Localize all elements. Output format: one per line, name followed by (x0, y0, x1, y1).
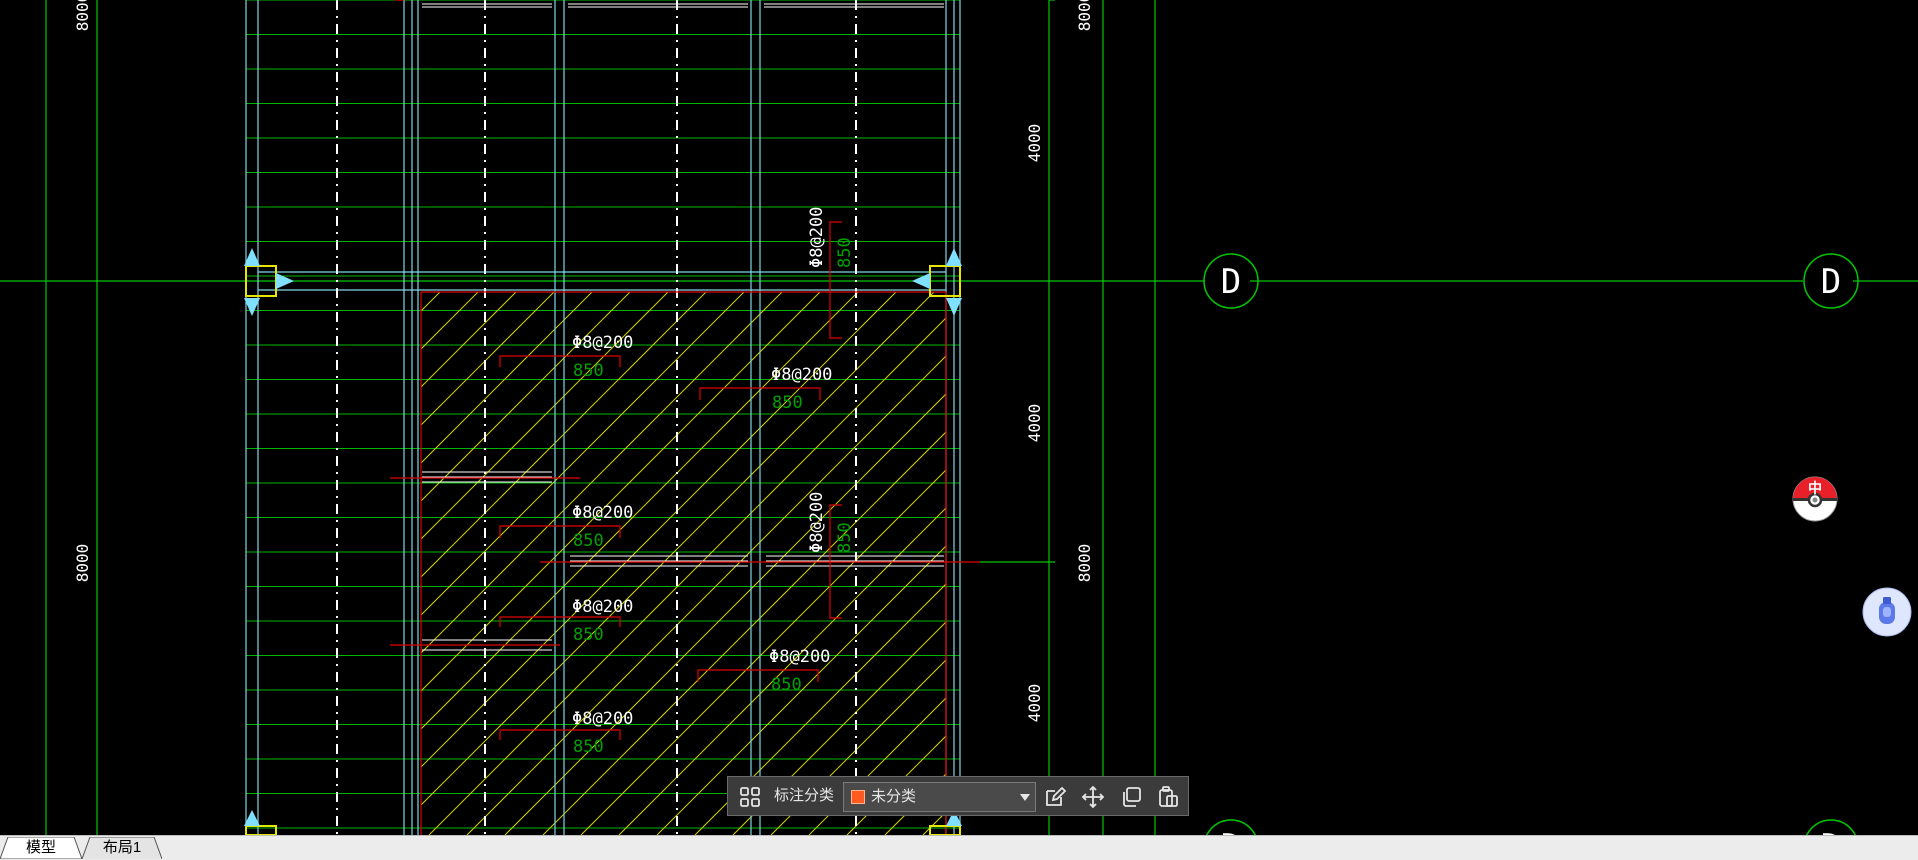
rebar-length: 850 (835, 522, 855, 553)
hatch-line (1113, 235, 1713, 835)
axis-lines (0, 0, 1918, 835)
hatch-line (428, 317, 946, 835)
hatch-line (656, 545, 946, 835)
hatch-line (808, 697, 946, 835)
rebar-label: Φ8@200 (769, 647, 830, 667)
dimension-text: 8000 (73, 0, 92, 31)
hatch-line (1227, 235, 1827, 835)
hatch-line (580, 469, 946, 835)
slab-hatch (0, 235, 1918, 835)
hatch-line (466, 355, 946, 835)
rebar-length: 850 (573, 737, 604, 757)
hatch-line (999, 235, 1599, 835)
hatch-line (1493, 235, 1918, 835)
hatch-line (1455, 235, 1918, 835)
hatch-line (694, 583, 946, 835)
paste-icon[interactable] (1156, 785, 1180, 809)
hatch-line (1531, 235, 1918, 835)
dimension-text: 8000 (73, 544, 92, 583)
rebar-label: Φ8@200 (572, 597, 633, 617)
tab-model-label: 模型 (25, 839, 56, 856)
annotation-toolbar: 标注分类 未分类 (727, 776, 1189, 816)
hatch-line (421, 292, 783, 654)
hatch-line (1569, 235, 1918, 835)
grid-icon[interactable] (738, 785, 762, 809)
ime-badge[interactable]: 中 (1791, 475, 1839, 523)
hatch-line (1303, 235, 1903, 835)
dimension-text: 4000 (1025, 684, 1044, 723)
hatch-line (1417, 235, 1918, 835)
hatch-line (846, 735, 946, 835)
hatch-line (961, 235, 1561, 835)
axis-bubble-label: D (1221, 827, 1241, 835)
hatch-line (421, 292, 441, 312)
hatch-line (0, 235, 421, 835)
hatch-line (421, 292, 593, 464)
dimension-text: 8000 (1075, 0, 1094, 31)
bluetooth-icon[interactable] (1862, 587, 1912, 637)
rebar-label: Φ8@200 (572, 709, 633, 729)
axis-bubble-label: D (1221, 262, 1241, 302)
hatch-line (1265, 235, 1865, 835)
planks (422, 3, 944, 651)
hatch-line (0, 235, 459, 835)
ime-label: 中 (1808, 480, 1822, 497)
dimension-text: 4000 (1025, 404, 1044, 443)
axis-bubble-label: D (1821, 827, 1841, 835)
move-icon[interactable] (1081, 785, 1105, 809)
axis-bubble-label: D (1821, 262, 1841, 302)
hatch-line (421, 292, 707, 578)
hatch-line (922, 811, 946, 835)
chevron-down-icon (1020, 794, 1030, 801)
layout-tab-bar: 模型 布局1 (0, 835, 1918, 860)
tab-layout1-label: 布局1 (102, 839, 142, 856)
hatch-line (1379, 235, 1918, 835)
hatch-line (1037, 235, 1637, 835)
hatch-line (884, 773, 946, 835)
hatch-line (1341, 235, 1918, 835)
hatch-line (770, 659, 946, 835)
rebar-label: Φ8@200 (572, 503, 633, 523)
hatch-line (421, 292, 745, 616)
hatch-line (421, 292, 669, 540)
annotation-category-value: 未分类 (871, 788, 917, 805)
hatch-line (618, 507, 946, 835)
copy-icon[interactable] (1119, 785, 1143, 809)
dimension-text: 8000 (1075, 544, 1094, 583)
category-color-swatch (851, 790, 865, 804)
rebar-length: 850 (771, 675, 802, 695)
hatch-line (1151, 235, 1751, 835)
dimension-text: 4000 (1025, 124, 1044, 163)
hatch-line (1189, 235, 1789, 835)
drawing-canvas[interactable]: D D D D 8000 8000 4000 4000 4000 8000 80… (0, 0, 1918, 835)
hatch-line (1607, 235, 1918, 835)
hatch-line (421, 292, 897, 768)
hatch-line (421, 292, 935, 806)
hatch-line (421, 292, 479, 350)
rebar-length: 850 (573, 625, 604, 645)
axis-bubbles (1203, 253, 1859, 835)
rebar-label: Φ8@200 (572, 333, 633, 353)
annotation-category-label: 标注分类 (774, 787, 835, 804)
rebar-length: 850 (772, 393, 803, 413)
rebar-label: Φ8@200 (771, 365, 832, 385)
edit-icon[interactable] (1043, 785, 1067, 809)
rebar-length: 850 (835, 237, 855, 268)
rebar-label: Φ8@200 (807, 207, 827, 268)
rebar-length: 850 (573, 361, 604, 381)
hatch-line (421, 292, 555, 426)
hatch-line (1075, 235, 1675, 835)
tab-model[interactable]: 模型 (0, 837, 82, 859)
tab-layout1[interactable]: 布局1 (82, 837, 162, 859)
rebar-label: Φ8@200 (807, 492, 827, 553)
annotation-category-select[interactable]: 未分类 (843, 782, 1036, 812)
rebar-length: 850 (573, 531, 604, 551)
grid-lines (246, 0, 960, 829)
hatch-line (421, 292, 517, 388)
